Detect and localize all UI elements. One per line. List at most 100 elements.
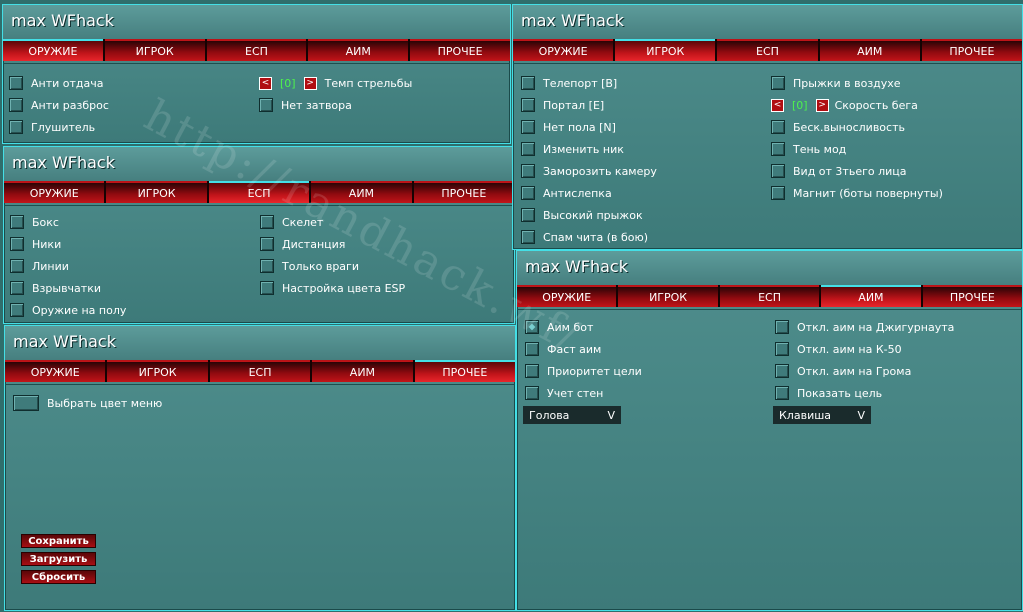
checkbox-infinite-stamina[interactable] bbox=[771, 120, 785, 134]
tab-esp[interactable]: ЕСП bbox=[208, 181, 310, 203]
option-shadow-mod[interactable]: Тень мод bbox=[771, 140, 846, 158]
aim-target-dropdown[interactable]: Голова V bbox=[523, 406, 621, 424]
checkbox-high-jump[interactable] bbox=[521, 208, 535, 222]
option-disable-grom[interactable]: Откл. аим на Грома bbox=[775, 362, 911, 380]
option-teleport[interactable]: Телепорт [B] bbox=[521, 74, 617, 92]
tab-esp[interactable]: ЕСП bbox=[206, 39, 307, 61]
option-anti-spread[interactable]: Анти разброс bbox=[9, 96, 109, 114]
tab-aim[interactable]: АИМ bbox=[819, 39, 920, 61]
option-esp-color[interactable]: Настройка цвета ESP bbox=[260, 279, 405, 297]
tab-aim[interactable]: АИМ bbox=[312, 360, 413, 382]
option-air-jump[interactable]: Прыжки в воздухе bbox=[771, 74, 901, 92]
tab-misc[interactable]: ПРОЧЕЕ bbox=[414, 360, 516, 382]
option-change-nick[interactable]: Изменить ник bbox=[521, 140, 624, 158]
checkbox-no-floor[interactable] bbox=[521, 120, 535, 134]
checkbox-freeze-camera[interactable] bbox=[521, 164, 535, 178]
option-spam[interactable]: Спам чита (в бою) bbox=[521, 228, 648, 246]
option-box[interactable]: Бокс bbox=[10, 213, 59, 231]
checkbox-disable-juggernaut[interactable] bbox=[775, 320, 789, 334]
weapon-window-titlebar[interactable]: max WFhack bbox=[3, 5, 510, 39]
tab-misc[interactable]: ПРОЧЕЕ bbox=[922, 285, 1023, 307]
checkbox-lines[interactable] bbox=[10, 259, 24, 273]
option-explosives[interactable]: Взрывчатки bbox=[10, 279, 101, 297]
option-skeleton[interactable]: Скелет bbox=[260, 213, 323, 231]
option-lines[interactable]: Линии bbox=[10, 257, 69, 275]
option-portal[interactable]: Портал [E] bbox=[521, 96, 604, 114]
tab-player[interactable]: ИГРОК bbox=[615, 39, 716, 61]
checkbox-no-bolt[interactable] bbox=[259, 98, 273, 112]
tab-esp[interactable]: ЕСП bbox=[717, 39, 818, 61]
option-nicknames[interactable]: Ники bbox=[10, 235, 61, 253]
tab-aim[interactable]: АИМ bbox=[821, 285, 921, 307]
option-anti-flash[interactable]: Антислепка bbox=[521, 184, 612, 202]
option-aimbot[interactable]: Аим бот bbox=[525, 318, 593, 336]
option-floor-weapons[interactable]: Оружие на полу bbox=[10, 301, 126, 319]
checkbox-anti-flash[interactable] bbox=[521, 186, 535, 200]
fire-rate-decrease-button[interactable]: < bbox=[259, 76, 272, 90]
tab-player[interactable]: ИГРОК bbox=[104, 39, 205, 61]
checkbox-portal[interactable] bbox=[521, 98, 535, 112]
misc-window-titlebar[interactable]: max WFhack bbox=[5, 326, 515, 360]
option-show-target[interactable]: Показать цель bbox=[775, 384, 882, 402]
option-anti-recoil[interactable]: Анти отдача bbox=[9, 74, 104, 92]
option-magnet[interactable]: Магнит (боты повернуты) bbox=[771, 184, 943, 202]
run-speed-increase-button[interactable]: > bbox=[815, 98, 829, 112]
checkbox-skeleton[interactable] bbox=[260, 215, 274, 229]
option-enemies-only[interactable]: Только враги bbox=[260, 257, 359, 275]
tab-weapon[interactable]: ОРУЖИЕ bbox=[513, 39, 614, 61]
tab-aim[interactable]: АИМ bbox=[311, 181, 412, 203]
tab-esp[interactable]: ЕСП bbox=[719, 285, 820, 307]
tab-player[interactable]: ИГРОК bbox=[107, 360, 208, 382]
aim-window-titlebar[interactable]: max WFhack bbox=[517, 251, 1022, 285]
option-third-person[interactable]: Вид от 3тьего лица bbox=[771, 162, 907, 180]
aim-key-dropdown[interactable]: Клавиша V bbox=[773, 406, 871, 424]
tab-player[interactable]: ИГРОК bbox=[618, 285, 718, 307]
run-speed-decrease-button[interactable]: < bbox=[771, 98, 784, 112]
checkbox-aimbot[interactable] bbox=[525, 320, 539, 334]
save-button[interactable]: Сохранить bbox=[21, 534, 96, 548]
checkbox-enemies-only[interactable] bbox=[260, 259, 274, 273]
checkbox-disable-k50[interactable] bbox=[775, 342, 789, 356]
checkbox-silencer[interactable] bbox=[9, 120, 23, 134]
option-distance[interactable]: Дистанция bbox=[260, 235, 345, 253]
option-disable-juggernaut[interactable]: Откл. аим на Джигурнаута bbox=[775, 318, 954, 336]
checkbox-nicknames[interactable] bbox=[10, 237, 24, 251]
option-wall-check[interactable]: Учет стен bbox=[525, 384, 603, 402]
tab-esp[interactable]: ЕСП bbox=[209, 360, 311, 382]
checkbox-anti-spread[interactable] bbox=[9, 98, 23, 112]
tab-misc[interactable]: ПРОЧЕЕ bbox=[921, 39, 1023, 61]
reset-button[interactable]: Сбросить bbox=[21, 570, 96, 584]
option-freeze-camera[interactable]: Заморозить камеру bbox=[521, 162, 657, 180]
option-disable-k50[interactable]: Откл. аим на К-50 bbox=[775, 340, 902, 358]
checkbox-spam[interactable] bbox=[521, 230, 535, 244]
checkbox-shadow-mod[interactable] bbox=[771, 142, 785, 156]
player-window-titlebar[interactable]: max WFhack bbox=[513, 5, 1022, 39]
checkbox-distance[interactable] bbox=[260, 237, 274, 251]
load-button[interactable]: Загрузить bbox=[21, 552, 96, 566]
option-no-bolt[interactable]: Нет затвора bbox=[259, 96, 352, 114]
tab-player[interactable]: ИГРОК bbox=[106, 181, 207, 203]
checkbox-anti-recoil[interactable] bbox=[9, 76, 23, 90]
checkbox-third-person[interactable] bbox=[771, 164, 785, 178]
checkbox-explosives[interactable] bbox=[10, 281, 24, 295]
checkbox-magnet[interactable] bbox=[771, 186, 785, 200]
checkbox-air-jump[interactable] bbox=[771, 76, 785, 90]
checkbox-teleport[interactable] bbox=[521, 76, 535, 90]
checkbox-change-nick[interactable] bbox=[521, 142, 535, 156]
tab-weapon[interactable]: ОРУЖИЕ bbox=[3, 39, 103, 61]
menu-color-swatch[interactable] bbox=[13, 395, 39, 411]
esp-window-titlebar[interactable]: max WFhack bbox=[4, 147, 514, 181]
option-no-floor[interactable]: Нет пола [N] bbox=[521, 118, 616, 136]
tab-misc[interactable]: ПРОЧЕЕ bbox=[413, 181, 515, 203]
checkbox-show-target[interactable] bbox=[775, 386, 789, 400]
option-target-priority[interactable]: Приоритет цели bbox=[525, 362, 642, 380]
option-high-jump[interactable]: Высокий прыжок bbox=[521, 206, 643, 224]
tab-weapon[interactable]: ОРУЖИЕ bbox=[517, 285, 617, 307]
option-fast-aim[interactable]: Фаст аим bbox=[525, 340, 601, 358]
tab-aim[interactable]: АИМ bbox=[308, 39, 409, 61]
option-infinite-stamina[interactable]: Беск.выносливость bbox=[771, 118, 905, 136]
option-menu-color[interactable]: Выбрать цвет меню bbox=[13, 394, 162, 412]
checkbox-esp-color[interactable] bbox=[260, 281, 274, 295]
checkbox-fast-aim[interactable] bbox=[525, 342, 539, 356]
checkbox-box[interactable] bbox=[10, 215, 24, 229]
